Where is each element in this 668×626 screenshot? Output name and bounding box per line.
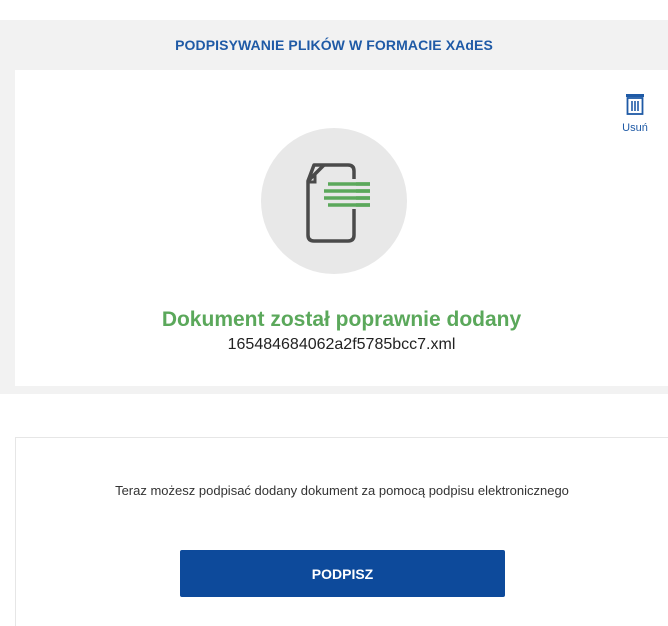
upload-panel: Usuń Dokument został poprawnie dodany 16… — [15, 70, 668, 386]
upload-card: PODPISYWANIE PLIKÓW W FORMACIE XAdES Usu… — [0, 20, 668, 394]
sign-instruction: Teraz możesz podpisać dodany dokument za… — [115, 483, 569, 498]
sign-button[interactable]: PODPISZ — [180, 550, 505, 597]
file-name: 165484684062a2f5785bcc7.xml — [227, 336, 456, 353]
page: PODPISYWANIE PLIKÓW W FORMACIE XAdES Usu… — [0, 0, 668, 626]
trash-icon — [626, 94, 644, 115]
delete-label: Usuń — [622, 122, 648, 134]
document-preview — [261, 128, 407, 274]
upload-status: Dokument został poprawnie dodany — [161, 308, 522, 331]
delete-button[interactable]: Usuń — [613, 92, 657, 152]
card-title: PODPISYWANIE PLIKÓW W FORMACIE XAdES — [175, 37, 493, 53]
document-icon — [306, 163, 370, 243]
sign-card: Teraz możesz podpisać dodany dokument za… — [15, 437, 668, 626]
